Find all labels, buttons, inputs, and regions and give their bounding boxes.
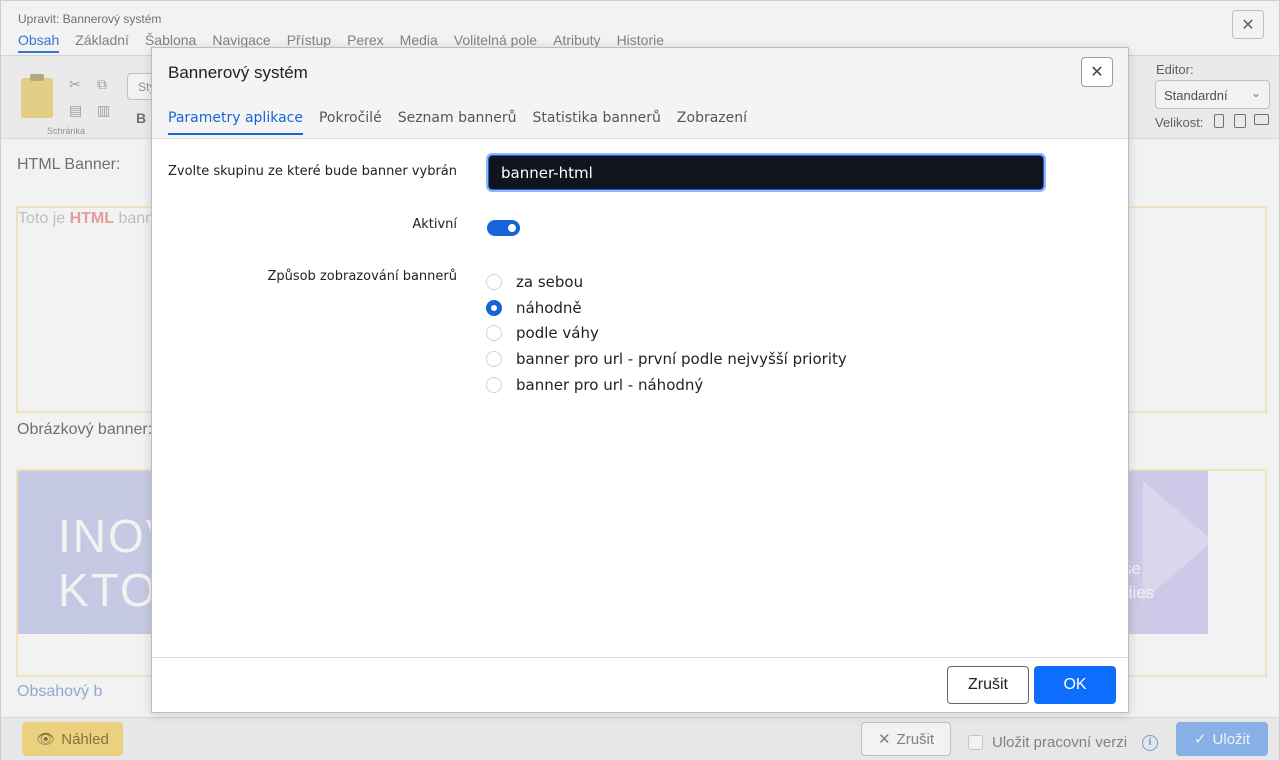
active-field-label: Aktivní (412, 217, 457, 232)
radio-option[interactable]: za sebou (486, 269, 847, 295)
radio-option[interactable]: banner pro url - náhodný (486, 372, 847, 398)
cancel-button[interactable]: Zrušit (947, 666, 1029, 704)
dialog-header: Bannerový systém ✕ Parametry aplikace Po… (152, 48, 1128, 139)
group-input[interactable] (486, 153, 1046, 192)
radio-label: za sebou (516, 272, 584, 291)
radio-label: banner pro url - první podle nejvyšší pr… (516, 349, 847, 368)
radio-option[interactable]: podle váhy (486, 320, 847, 346)
radio-label: náhodně (516, 298, 582, 317)
display-mode-radio-group: za sebou náhodně podle váhy banner pro u… (486, 269, 847, 397)
tab-pokrocile[interactable]: Pokročilé (319, 110, 382, 135)
close-icon: ✕ (1090, 64, 1104, 81)
tab-parametry-aplikace[interactable]: Parametry aplikace (168, 110, 303, 135)
radio-button[interactable] (486, 376, 502, 393)
tab-seznam-banneru[interactable]: Seznam bannerů (398, 110, 517, 135)
active-toggle[interactable] (487, 220, 520, 236)
radio-button[interactable] (486, 299, 502, 316)
display-mode-label: Způsob zobrazování bannerů (267, 269, 457, 284)
radio-button[interactable] (486, 273, 502, 290)
radio-button[interactable] (486, 325, 502, 342)
radio-option[interactable]: náhodně (486, 295, 847, 321)
radio-option[interactable]: banner pro url - první podle nejvyšší pr… (486, 346, 847, 372)
radio-button[interactable] (486, 350, 502, 367)
dialog-close-button[interactable]: ✕ (1081, 57, 1113, 87)
radio-label: podle váhy (516, 324, 599, 343)
tab-statistika-banneru[interactable]: Statistika bannerů (533, 110, 661, 135)
dialog-tabs: Parametry aplikace Pokročilé Seznam bann… (168, 110, 747, 135)
banner-system-dialog: Bannerový systém ✕ Parametry aplikace Po… (151, 47, 1129, 713)
tab-zobrazeni[interactable]: Zobrazení (677, 110, 747, 135)
group-field-label: Zvolte skupinu ze které bude banner vybr… (167, 164, 457, 179)
dialog-title: Bannerový systém (168, 63, 308, 82)
ok-button[interactable]: OK (1034, 666, 1116, 704)
radio-label: banner pro url - náhodný (516, 375, 704, 394)
